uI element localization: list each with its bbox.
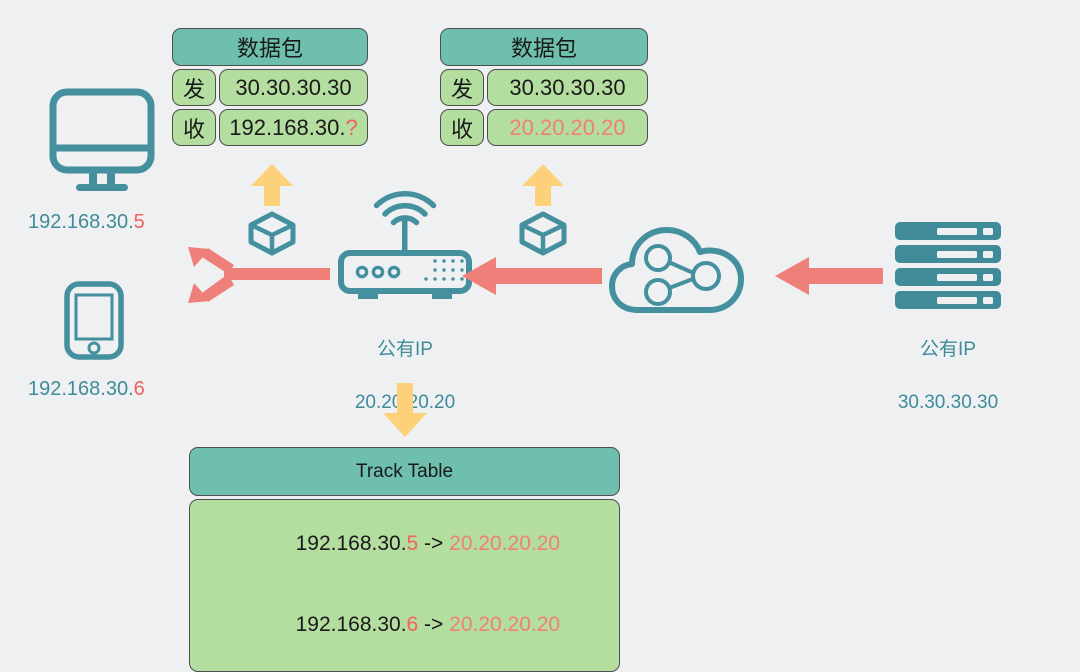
- phone-ip-prefix: 192.168.30.: [28, 378, 134, 400]
- monitor-ip-label: 192.168.30.5: [28, 211, 145, 234]
- monitor-ip-suffix: 5: [133, 211, 145, 233]
- server-device: [895, 222, 1001, 310]
- track-row-0-dst: 20.20.20.20: [449, 531, 561, 555]
- router-icon: [338, 191, 472, 299]
- track-row-1-dst: 20.20.20.20: [449, 612, 561, 636]
- arrow-server-to-cloud: [775, 256, 883, 296]
- diagram-canvas: 数据包 发 30.30.30.30 收 192.168.30.? 数据包 发 3…: [0, 0, 1080, 672]
- arrow-up-icon: [251, 164, 293, 206]
- track-table-row: 192.168.30.5 -> 20.20.20.20: [249, 504, 561, 585]
- arrow-router-to-track-table: [381, 383, 429, 437]
- arrow-fork-left-icon: [188, 247, 330, 303]
- packet-right-src-value: 30.30.30.30: [487, 69, 648, 106]
- track-table-row: 192.168.30.6 -> 20.20.20.20: [249, 585, 561, 666]
- track-row-1-arrow: ->: [418, 612, 450, 636]
- arrow-left-icon: [462, 257, 602, 295]
- router-device: [335, 191, 475, 308]
- router-label-line1: 公有IP: [377, 339, 433, 361]
- packet-left-dst-prefix: 192.168.30.: [229, 114, 346, 140]
- packet-up-left-svg: [248, 164, 296, 256]
- arrow-down-icon: [383, 383, 427, 437]
- packet-right-row-src: 发 30.30.30.30: [440, 69, 648, 106]
- package-cube-icon: [519, 211, 567, 256]
- packet-right-src-label: 发: [440, 69, 484, 106]
- track-row-0-src-suffix: 5: [406, 531, 419, 555]
- arrow-router-to-clients: [178, 245, 330, 307]
- track-row-1-src-suffix: 6: [406, 612, 419, 636]
- packet-right-dst-value: 20.20.20.20: [487, 109, 648, 146]
- monitor-ip-prefix: 192.168.30.: [28, 211, 134, 233]
- track-table-body: 192.168.30.5 -> 20.20.20.20 192.168.30.6…: [189, 499, 620, 672]
- track-table-title: Track Table: [189, 447, 620, 496]
- packet-left-src-label: 发: [172, 69, 216, 106]
- cloud-network-icon: [609, 227, 744, 313]
- server-label-line1: 公有IP: [920, 339, 976, 361]
- packet-right-row-dst: 收 20.20.20.20: [440, 109, 648, 146]
- packet-up-right-svg: [519, 164, 567, 256]
- server-label: 公有IP 30.30.30.30: [858, 311, 1038, 442]
- phone-ip-label: 192.168.30.6: [28, 378, 145, 401]
- packet-left-src-value: 30.30.30.30: [219, 69, 368, 106]
- phone-ip-suffix: 6: [133, 378, 145, 400]
- packet-left-dst-label: 收: [172, 109, 216, 146]
- monitor-device: [48, 88, 156, 192]
- track-row-1-src-prefix: 192.168.30.: [295, 612, 407, 636]
- monitor-icon: [49, 88, 155, 191]
- packet-left-dst-value: 192.168.30.?: [219, 109, 368, 146]
- arrow-cloud-to-router: [462, 256, 602, 296]
- arrow-up-icon: [522, 164, 564, 206]
- packet-left-header: 数据包: [172, 28, 368, 66]
- packet-right-dst-label: 收: [440, 109, 484, 146]
- packet-box-right: 数据包 发 30.30.30.30 收 20.20.20.20: [440, 28, 648, 146]
- track-row-0-arrow: ->: [418, 531, 450, 555]
- arrow-left-icon: [775, 257, 883, 295]
- packet-left-row-dst: 收 192.168.30.?: [172, 109, 368, 146]
- packet-left-row-src: 发 30.30.30.30: [172, 69, 368, 106]
- track-row-0-src-prefix: 192.168.30.: [295, 531, 407, 555]
- server-icon: [895, 222, 1001, 309]
- phone-icon: [64, 281, 124, 360]
- phone-device: [63, 281, 137, 361]
- track-table: Track Table 192.168.30.5 -> 20.20.20.20 …: [189, 447, 620, 672]
- packet-box-left: 数据包 发 30.30.30.30 收 192.168.30.?: [172, 28, 368, 146]
- server-label-line2: 30.30.30.30: [897, 391, 999, 413]
- packet-left-dst-unknown: ?: [345, 114, 358, 140]
- cloud-device: [608, 222, 758, 318]
- packet-cube-right-group: [517, 164, 569, 256]
- packet-cube-left-group: [246, 164, 298, 256]
- packet-right-header: 数据包: [440, 28, 648, 66]
